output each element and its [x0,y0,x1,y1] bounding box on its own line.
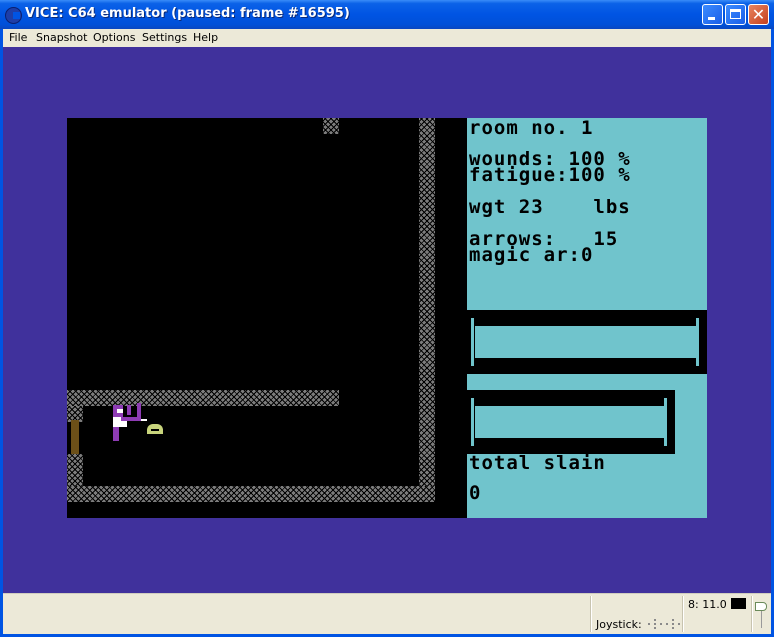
inventory-panel-1 [467,310,707,374]
wall-right [419,118,435,502]
title-bar[interactable]: VICE: C64 emulator (paused: frame #16595… [0,0,774,29]
emulator-display[interactable]: room no. 1 wounds: 100 % fatigue:100 % w… [3,47,771,593]
joystick-label: Joystick: [596,618,642,631]
menu-bar: File Snapshot Options Settings Help [3,29,771,47]
magic-arrows-stat: magic ar:0 [469,244,594,266]
minimize-icon [708,17,715,20]
vice-app-icon[interactable] [5,7,22,24]
window-title: VICE: C64 emulator (paused: frame #16595… [25,6,350,21]
total-slain-label: total slain [469,452,606,474]
room-number: room no. 1 [469,117,594,139]
status-sidebar: room no. 1 wounds: 100 % fatigue:100 % w… [467,118,707,518]
joystick-port1-icon[interactable] [648,619,662,629]
menu-options[interactable]: Options [93,31,135,44]
drive-led-icon [731,598,746,609]
fatigue-stat: fatigue:100 % [469,164,631,186]
door [71,420,79,454]
status-bar: Joystick: 8: 11.0 [3,593,771,634]
close-button[interactable]: ✕ [748,4,769,25]
volume-slider[interactable] [755,600,769,630]
joystick-port2-icon[interactable] [666,619,680,629]
statusbar-divider [682,596,684,632]
statusbar-divider [751,596,753,632]
statusbar-divider [590,596,592,632]
treasure-item [147,424,163,434]
total-slain-value: 0 [469,482,482,504]
vice-window: VICE: C64 emulator (paused: frame #16595… [0,0,774,637]
maximize-icon [730,9,741,19]
inventory-panel-2 [467,390,675,454]
close-icon: ✕ [751,5,766,24]
c64-screen: room no. 1 wounds: 100 % fatigue:100 % w… [67,118,707,518]
slider-thumb[interactable] [755,602,767,611]
menu-file[interactable]: File [9,31,27,44]
drive-status: 8: 11.0 [688,598,727,611]
wall-bottom [67,486,435,502]
maximize-button[interactable] [725,4,746,25]
minimize-button[interactable] [702,4,723,25]
weight-stat: wgt 23 lbs [469,196,631,218]
wall-horizontal [67,390,339,406]
wall-segment-top [323,118,339,134]
menu-snapshot[interactable]: Snapshot [36,31,87,44]
menu-help[interactable]: Help [193,31,218,44]
menu-settings[interactable]: Settings [142,31,187,44]
player-character [113,401,147,443]
